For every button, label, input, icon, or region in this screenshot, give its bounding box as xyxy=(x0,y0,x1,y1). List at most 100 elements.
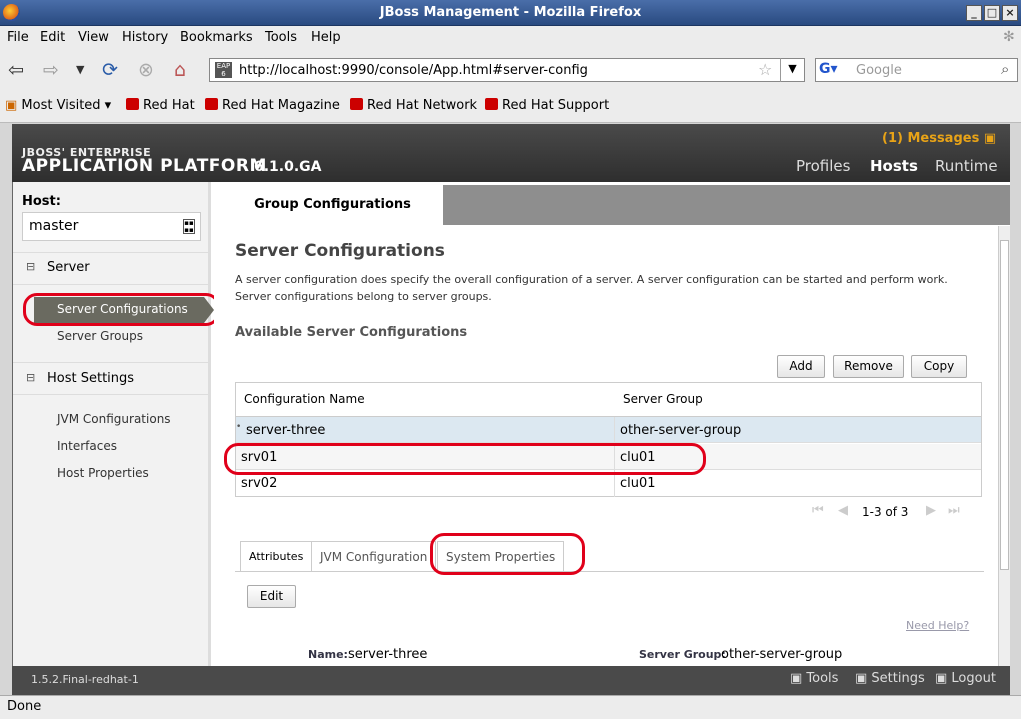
tab-group-configurations[interactable]: Group Configurations xyxy=(222,185,443,225)
bookmark-red-hat-network[interactable]: Red Hat Network xyxy=(350,98,477,113)
sidebar-item-jvm-configurations[interactable]: JVM Configurations xyxy=(57,412,171,426)
page-description: A server configuration does specify the … xyxy=(235,273,948,303)
window-title: JBoss Management - Mozilla Firefox xyxy=(379,5,642,20)
row-group: other-server-group xyxy=(620,423,742,438)
table-header: Configuration Name Server Group xyxy=(236,383,981,417)
throbber-icon: ✻ xyxy=(1003,29,1015,45)
annotation-highlight xyxy=(23,293,220,326)
row-group: clu01 xyxy=(620,476,656,491)
home-icon[interactable]: ⌂ xyxy=(174,59,186,81)
content-scrollbar[interactable] xyxy=(998,226,1010,666)
console-footer: 1.5.2.Final-redhat-1 ▣ Tools ▣ Settings … xyxy=(12,666,1010,695)
history-dropdown-icon[interactable]: ▼ xyxy=(76,59,84,81)
back-icon[interactable]: ⇦ xyxy=(8,59,24,81)
messages-link[interactable]: (1) Messages ▣ xyxy=(882,131,996,146)
pager-next-icon[interactable]: ▶ xyxy=(926,503,936,518)
status-text: Done xyxy=(7,699,42,714)
bookmark-most-visited[interactable]: ▣ Most Visited ▾ xyxy=(5,98,111,113)
footer-tools[interactable]: ▣ Tools xyxy=(790,671,838,686)
footer-logout[interactable]: ▣ Logout xyxy=(935,671,996,686)
url-text: http://localhost:9990/console/App.html#s… xyxy=(239,63,588,78)
remove-button[interactable]: Remove xyxy=(833,355,904,378)
forward-icon[interactable]: ⇨ xyxy=(43,59,59,81)
table-row[interactable]: • server-three other-server-group xyxy=(236,417,981,443)
minimize-icon[interactable]: _ xyxy=(966,5,982,21)
search-icon[interactable]: ⌕ xyxy=(1001,60,1009,78)
server-group-value: other-server-group xyxy=(721,647,843,662)
page-title: Server Configurations xyxy=(235,241,445,261)
pager-text: 1-3 of 3 xyxy=(862,505,909,519)
need-help-link[interactable]: Need Help? xyxy=(906,619,969,632)
host-settings-section-title[interactable]: Host Settings xyxy=(47,371,134,386)
pager-first-icon[interactable]: ⏮ xyxy=(812,503,824,518)
settings-icon: ▣ xyxy=(855,671,872,686)
bookmarks-toolbar: ▣ Most Visited ▾ Red Hat Red Hat Magazin… xyxy=(0,90,1021,123)
column-header-name[interactable]: Configuration Name xyxy=(244,392,365,406)
menu-file[interactable]: File xyxy=(7,30,29,45)
sidebar: Host: master ▪▪ ▪▪ ⊟ Server Server Config… xyxy=(13,182,214,666)
nav-runtime[interactable]: Runtime xyxy=(935,157,998,175)
collapse-icon[interactable]: ⊟ xyxy=(26,371,35,384)
reload-icon[interactable]: ⟳ xyxy=(102,59,118,81)
sidebar-item-host-properties[interactable]: Host Properties xyxy=(57,466,149,480)
menu-edit[interactable]: Edit xyxy=(40,30,65,45)
maximize-icon[interactable]: □ xyxy=(984,5,1000,21)
footer-settings[interactable]: ▣ Settings xyxy=(855,671,925,686)
annotation-highlight xyxy=(224,443,706,475)
site-favicon: EAP 6 xyxy=(215,62,232,78)
messages-icon: ▣ xyxy=(983,131,997,146)
tab-attributes[interactable]: Attributes xyxy=(240,541,313,571)
host-label: Host: xyxy=(22,194,61,209)
row-name: srv02 xyxy=(241,476,278,491)
nav-hosts[interactable]: Hosts xyxy=(870,157,918,175)
annotation-highlight xyxy=(430,533,585,575)
brand-version: 6.1.0.GA xyxy=(254,159,322,175)
footer-version: 1.5.2.Final-redhat-1 xyxy=(31,673,139,686)
add-button[interactable]: Add xyxy=(777,355,825,378)
menu-view[interactable]: View xyxy=(78,30,109,45)
folder-icon: ▣ xyxy=(5,98,22,113)
nav-profiles[interactable]: Profiles xyxy=(796,157,850,175)
copy-button[interactable]: Copy xyxy=(911,355,967,378)
section-subtitle: Available Server Configurations xyxy=(235,325,468,340)
dropdown-icon[interactable]: ▪▪ ▪▪ xyxy=(183,219,195,234)
menu-bookmarks[interactable]: Bookmarks xyxy=(180,30,253,45)
url-bar[interactable]: EAP 6 http://localhost:9990/console/App.h… xyxy=(209,58,805,82)
google-engine-icon[interactable]: G▾ xyxy=(819,61,838,77)
close-icon[interactable]: × xyxy=(1002,5,1018,21)
url-dropdown-icon[interactable]: ▼ xyxy=(780,58,804,82)
host-select[interactable]: master ▪▪ ▪▪ xyxy=(22,212,201,241)
sidebar-item-server-groups[interactable]: Server Groups xyxy=(57,329,143,343)
bookmark-red-hat-magazine[interactable]: Red Hat Magazine xyxy=(205,98,340,113)
row-name: server-three xyxy=(246,423,326,438)
brand-main: APPLICATION PLATFORM xyxy=(22,156,267,176)
name-value: server-three xyxy=(348,647,428,662)
server-section-title[interactable]: Server xyxy=(47,260,90,275)
search-input[interactable]: Google xyxy=(856,63,902,78)
status-bar: Done xyxy=(0,695,1021,719)
name-label: Name: xyxy=(308,648,348,661)
bookmark-star-icon[interactable]: ☆ xyxy=(758,60,772,79)
redhat-icon xyxy=(126,98,139,110)
window-titlebar: JBoss Management - Mozilla Firefox _ □ × xyxy=(0,0,1021,26)
edit-button[interactable]: Edit xyxy=(247,585,296,608)
stop-icon[interactable]: ⊗ xyxy=(138,59,154,81)
redhat-icon xyxy=(485,98,498,110)
server-group-label: Server Group: xyxy=(639,648,726,661)
redhat-icon xyxy=(350,98,363,110)
tab-jvm-configuration[interactable]: JVM Configuration xyxy=(311,541,437,571)
sidebar-item-interfaces[interactable]: Interfaces xyxy=(57,439,117,453)
pager-prev-icon[interactable]: ◀ xyxy=(838,503,848,518)
menu-help[interactable]: Help xyxy=(311,30,341,45)
search-box[interactable]: G▾ Google ⌕ xyxy=(815,58,1018,82)
bookmark-red-hat[interactable]: Red Hat xyxy=(126,98,195,113)
collapse-icon[interactable]: ⊟ xyxy=(26,260,35,273)
menu-history[interactable]: History xyxy=(122,30,168,45)
console-header: JBOSS' ENTERPRISE APPLICATION PLATFORM 6… xyxy=(12,124,1010,182)
column-header-group[interactable]: Server Group xyxy=(623,392,703,406)
menubar: File Edit View History Bookmarks Tools H… xyxy=(0,26,1021,50)
bookmark-red-hat-support[interactable]: Red Hat Support xyxy=(485,98,609,113)
tools-icon: ▣ xyxy=(790,671,807,686)
menu-tools[interactable]: Tools xyxy=(265,30,297,45)
pager-last-icon[interactable]: ⏭ xyxy=(948,503,960,518)
